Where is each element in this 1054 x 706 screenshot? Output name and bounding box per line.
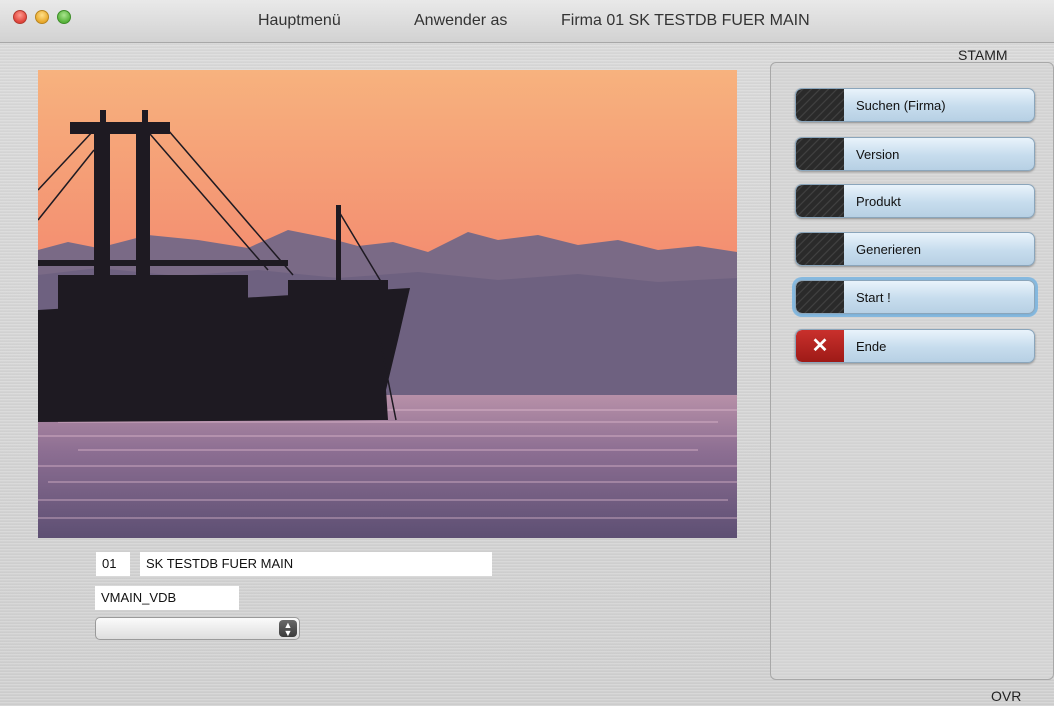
product-label: Produkt	[856, 194, 901, 209]
window-title-user: Anwender as	[414, 12, 508, 29]
close-window-button[interactable]	[13, 10, 27, 24]
selection-dropdown[interactable]: ▲ ▼	[95, 617, 300, 640]
minimize-window-button[interactable]	[35, 10, 49, 24]
product-button[interactable]: Produkt	[795, 184, 1035, 218]
version-label: Version	[856, 147, 900, 162]
x-icon: ✕	[811, 335, 829, 357]
button-stripe-icon	[796, 89, 844, 121]
zoom-window-button[interactable]	[57, 10, 71, 24]
window-titlebar: Hauptmenü Anwender as Firma 01 SK TESTDB…	[0, 0, 1054, 43]
search-firm-label: Suchen (Firma)	[856, 98, 946, 113]
button-stripe-icon	[796, 138, 844, 170]
sunset-ship-photo	[38, 70, 737, 538]
window-title-firm: Firma 01 SK TESTDB FUER MAIN	[561, 12, 810, 29]
button-stripe-icon	[796, 281, 844, 313]
start-button[interactable]: Start !	[795, 280, 1035, 314]
updown-arrows-icon: ▲ ▼	[279, 620, 297, 638]
firm-number-field[interactable]: 01	[96, 552, 130, 576]
button-stripe-icon	[796, 233, 844, 265]
end-button[interactable]: ✕ Ende	[795, 329, 1035, 363]
firm-name-field[interactable]: SK TESTDB FUER MAIN	[140, 552, 492, 576]
generate-button[interactable]: Generieren	[795, 232, 1035, 266]
generate-label: Generieren	[856, 242, 922, 257]
section-label: STAMM	[958, 47, 1008, 63]
end-label: Ende	[856, 339, 887, 354]
database-field[interactable]: VMAIN_VDB	[95, 586, 239, 610]
search-firm-button[interactable]: Suchen (Firma)	[795, 88, 1035, 122]
window-title-menu: Hauptmenü	[258, 12, 341, 29]
start-label: Start !	[856, 290, 891, 305]
version-button[interactable]: Version	[795, 137, 1035, 171]
overwrite-mode-indicator: OVR	[991, 688, 1022, 704]
button-stripe-icon	[796, 185, 844, 217]
